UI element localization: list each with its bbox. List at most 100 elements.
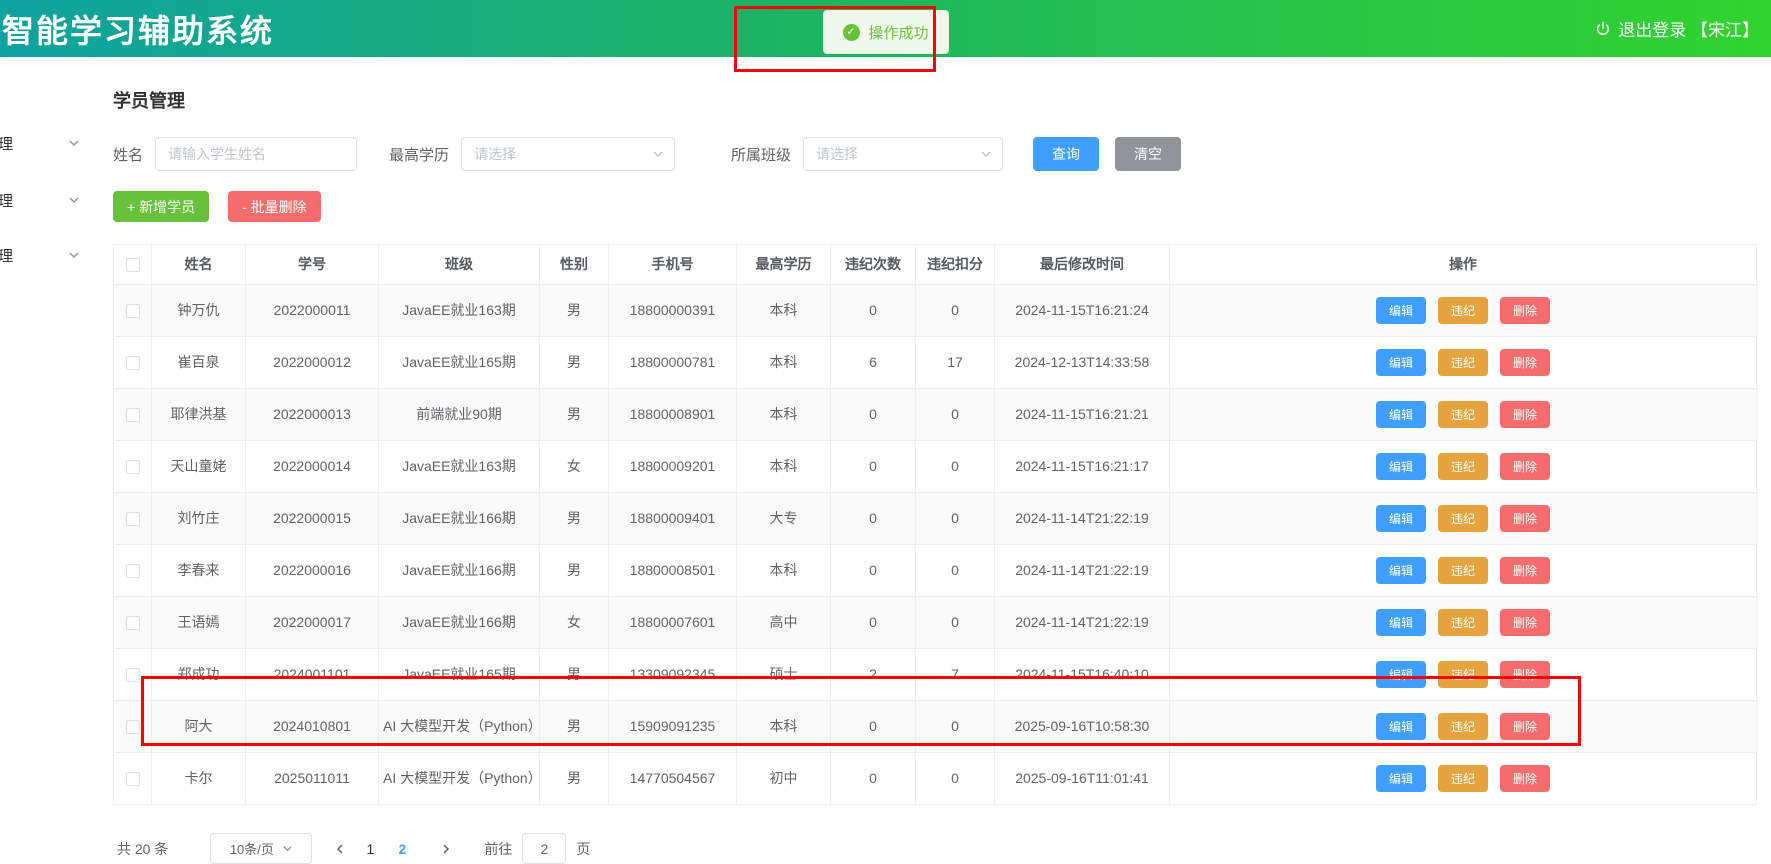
- delete-button[interactable]: 删除: [1500, 661, 1551, 688]
- delete-button[interactable]: 删除: [1500, 349, 1551, 376]
- violation-button[interactable]: 违纪: [1437, 453, 1488, 480]
- name-filter-input[interactable]: [155, 137, 358, 171]
- action-bar: + 新增学员 - 批量删除: [113, 191, 1771, 222]
- edit-button[interactable]: 编辑: [1375, 765, 1426, 792]
- cell-gender: 男: [539, 700, 609, 753]
- cell-violations: 0: [830, 752, 916, 805]
- row-checkbox[interactable]: [125, 772, 140, 787]
- total-count: 共 20 条: [117, 840, 169, 857]
- sidebar-item[interactable]: 理: [0, 130, 80, 156]
- cell-class_name: AI 大模型开发（Python）: [378, 752, 542, 805]
- clear-button[interactable]: 清空: [1115, 137, 1182, 171]
- cell-violations: 6: [830, 336, 916, 389]
- cell-violations: 0: [830, 492, 916, 545]
- violation-button[interactable]: 违纪: [1437, 765, 1488, 792]
- page-number-list: 12: [354, 835, 418, 863]
- page-number-2[interactable]: 2: [389, 835, 415, 863]
- row-checkbox[interactable]: [125, 408, 140, 423]
- row-checkbox[interactable]: [125, 356, 140, 371]
- delete-button[interactable]: 删除: [1500, 297, 1551, 324]
- cell-student_id: 2022000013: [245, 388, 379, 441]
- edit-button[interactable]: 编辑: [1375, 609, 1426, 636]
- delete-button[interactable]: 删除: [1500, 713, 1551, 740]
- table-row: 卡尔 2025011011 AI 大模型开发（Python）男 14770504567…: [113, 752, 1757, 805]
- cell-student_id: 2025011011: [245, 752, 379, 805]
- col-points: 违纪扣分: [915, 244, 995, 285]
- cell-name: 天山童姥: [151, 440, 246, 493]
- delete-button[interactable]: 删除: [1500, 609, 1551, 636]
- chevron-down-icon: [69, 140, 79, 147]
- cell-student_id: 2022000012: [245, 336, 379, 389]
- row-checkbox[interactable]: [125, 564, 140, 579]
- col-gender: 性别: [539, 244, 609, 285]
- pagination-bar: 共 20 条 10条/页 12 前往 页: [117, 833, 1771, 864]
- cell-phone: 18800000391: [608, 284, 737, 337]
- cell-points: 0: [915, 440, 995, 493]
- cell-class_name: JavaEE就业165期: [378, 648, 540, 701]
- cell-modified: 2024-11-15T16:21:17: [994, 440, 1170, 493]
- cell-phone: 14770504567: [608, 752, 737, 805]
- education-filter-select[interactable]: 请选择: [461, 137, 676, 171]
- cell-phone: 15909091235: [608, 700, 737, 753]
- logout-button[interactable]: 退出登录 【宋江】: [1595, 0, 1759, 57]
- select-all-checkbox[interactable]: [125, 258, 140, 273]
- violation-button[interactable]: 违纪: [1437, 661, 1488, 688]
- delete-button[interactable]: 删除: [1500, 765, 1551, 792]
- cell-education: 本科: [736, 336, 831, 389]
- edit-button[interactable]: 编辑: [1375, 713, 1426, 740]
- cell-name: 钟万仇: [151, 284, 246, 337]
- class-filter-select[interactable]: 请选择: [803, 137, 1004, 171]
- violation-button[interactable]: 违纪: [1437, 349, 1488, 376]
- row-checkbox[interactable]: [125, 304, 140, 319]
- edit-button[interactable]: 编辑: [1375, 349, 1426, 376]
- violation-button[interactable]: 违纪: [1437, 557, 1488, 584]
- violation-button[interactable]: 违纪: [1437, 401, 1488, 428]
- prev-page-button[interactable]: [326, 835, 354, 863]
- cell-education: 本科: [736, 440, 831, 493]
- violation-button[interactable]: 违纪: [1437, 297, 1488, 324]
- delete-button[interactable]: 删除: [1500, 401, 1551, 428]
- next-page-button[interactable]: [432, 835, 460, 863]
- page-number-1[interactable]: 1: [357, 835, 383, 863]
- cell-name: 郑成功: [151, 648, 246, 701]
- violation-button[interactable]: 违纪: [1437, 713, 1488, 740]
- row-checkbox[interactable]: [125, 616, 140, 631]
- class-select-placeholder: 请选择: [816, 146, 859, 162]
- toast-message: 操作成功: [868, 24, 929, 42]
- search-button[interactable]: 查询: [1033, 137, 1100, 171]
- page-size-select[interactable]: 10条/页: [210, 833, 313, 864]
- cell-violations: 2: [830, 648, 916, 701]
- cell-points: 0: [915, 596, 995, 649]
- page-size-value: 10条/页: [229, 842, 274, 857]
- row-checkbox[interactable]: [125, 668, 140, 683]
- batch-delete-button[interactable]: - 批量删除: [228, 191, 321, 222]
- table-row: 郑成功 2024001101 JavaEE就业165期男 13309092345 硕士 2…: [113, 648, 1757, 701]
- sidebar-item[interactable]: 理: [0, 242, 80, 268]
- cell-student_id: 2022000016: [245, 544, 379, 597]
- row-checkbox[interactable]: [125, 460, 140, 475]
- row-checkbox[interactable]: [125, 720, 140, 735]
- edit-button[interactable]: 编辑: [1375, 505, 1426, 532]
- goto-page-input[interactable]: [522, 833, 567, 864]
- cell-operations: 编辑 违纪 删除: [1169, 388, 1757, 441]
- cell-class_name: JavaEE就业163期: [378, 440, 540, 493]
- cell-student_id: 2022000015: [245, 492, 379, 545]
- edit-button[interactable]: 编辑: [1375, 453, 1426, 480]
- violation-button[interactable]: 违纪: [1437, 505, 1488, 532]
- add-student-button[interactable]: + 新增学员: [113, 191, 210, 222]
- cell-name: 李春来: [151, 544, 246, 597]
- cell-education: 本科: [736, 388, 831, 441]
- edit-button[interactable]: 编辑: [1375, 557, 1426, 584]
- cell-points: 17: [915, 336, 995, 389]
- edit-button[interactable]: 编辑: [1375, 661, 1426, 688]
- app-title: 智能学习辅助系统: [2, 12, 275, 49]
- delete-button[interactable]: 删除: [1500, 453, 1551, 480]
- sidebar-item[interactable]: 理: [0, 187, 80, 213]
- delete-button[interactable]: 删除: [1500, 557, 1551, 584]
- violation-button[interactable]: 违纪: [1437, 609, 1488, 636]
- edit-button[interactable]: 编辑: [1375, 297, 1426, 324]
- cell-violations: 0: [830, 388, 916, 441]
- edit-button[interactable]: 编辑: [1375, 401, 1426, 428]
- row-checkbox[interactable]: [125, 512, 140, 527]
- delete-button[interactable]: 删除: [1500, 505, 1551, 532]
